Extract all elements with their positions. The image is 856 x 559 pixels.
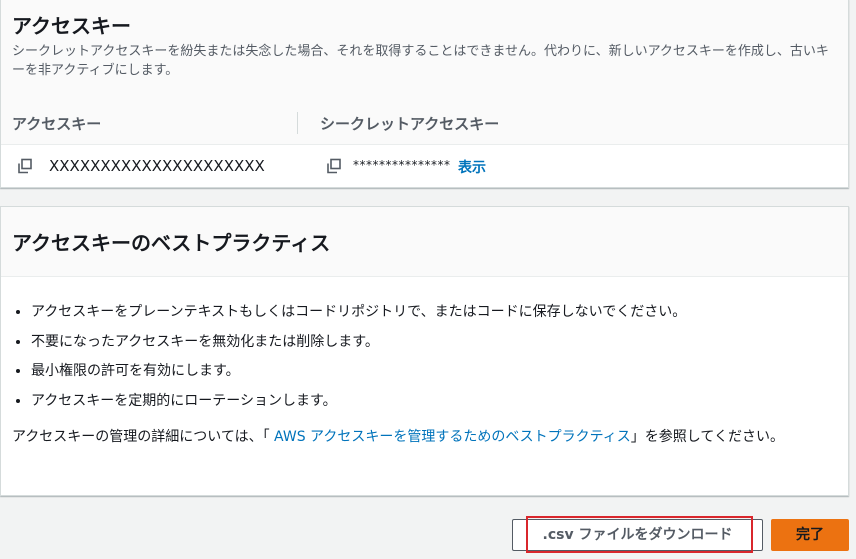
more-info-text: アクセスキーの管理の詳細については、「 AWS アクセスキーを管理するためのベス… — [12, 426, 832, 448]
access-keys-title: アクセスキー — [12, 14, 131, 38]
access-keys-header: アクセスキー シークレットアクセスキーを紛失または失念した場合、それを取得するこ… — [1, 0, 848, 103]
column-divider — [297, 112, 298, 134]
more-info-prefix: アクセスキーの管理の詳細については、「 — [12, 429, 270, 445]
secret-key-masked: *************** — [353, 158, 451, 172]
copy-icon[interactable] — [17, 158, 33, 174]
best-practices-link[interactable]: AWS アクセスキーを管理するためのベストプラクティス — [270, 429, 631, 445]
show-secret-link[interactable]: 表示 — [458, 157, 486, 177]
best-practices-title: アクセスキーのベストプラクティス — [12, 231, 331, 255]
list-item: アクセスキーをプレーンテキストもしくはコードリポジトリで、またはコードに保存しな… — [31, 298, 831, 328]
list-item: 最小権限の許可を有効にします。 — [31, 357, 831, 387]
best-practices-header: アクセスキーのベストプラクティス — [1, 207, 848, 277]
more-info-suffix: 」を参照してください。 — [630, 429, 784, 445]
table-header: アクセスキー シークレットアクセスキー — [1, 102, 848, 145]
done-button[interactable]: 完了 — [771, 519, 849, 551]
download-csv-button[interactable]: .csv ファイルをダウンロード — [512, 519, 763, 551]
list-item: アクセスキーを定期的にローテーションします。 — [31, 387, 831, 417]
best-practices-list: アクセスキーをプレーンテキストもしくはコードリポジトリで、またはコードに保存しな… — [11, 298, 831, 416]
access-key-value: XXXXXXXXXXXXXXXXXXXXX — [49, 157, 265, 175]
copy-icon[interactable] — [326, 158, 342, 174]
column-header-secret-key: シークレットアクセスキー — [320, 115, 500, 133]
best-practices-panel: アクセスキーのベストプラクティス アクセスキーをプレーンテキストもしくはコードリ… — [0, 206, 849, 496]
access-keys-panel: アクセスキー シークレットアクセスキーを紛失または失念した場合、それを取得するこ… — [0, 0, 849, 188]
list-item: 不要になったアクセスキーを無効化または削除します。 — [31, 328, 831, 358]
access-keys-description: シークレットアクセスキーを紛失または失念した場合、それを取得することはできません… — [12, 44, 829, 78]
table-row: XXXXXXXXXXXXXXXXXXXXX *************** 表示 — [1, 145, 848, 188]
column-header-access-key: アクセスキー — [12, 115, 102, 133]
